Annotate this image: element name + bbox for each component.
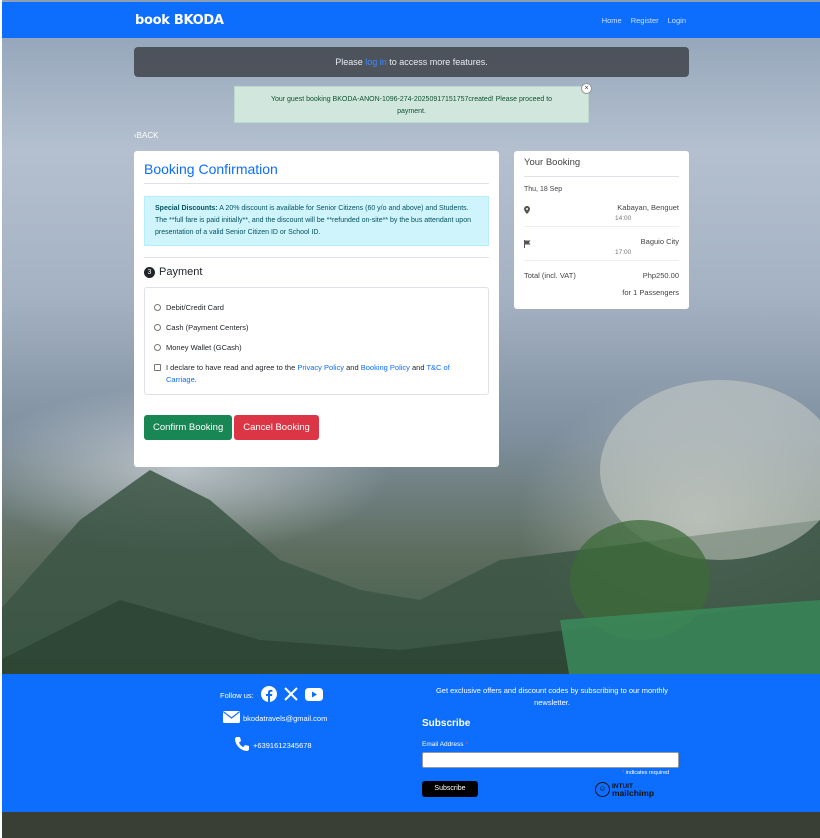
- social-links: Follow us:: [220, 686, 323, 705]
- radio-button[interactable]: [154, 343, 161, 351]
- option-label: Money Wallet (GCash): [166, 342, 242, 352]
- discount-note: The **full fare is paid initially**, and…: [155, 217, 471, 236]
- option-label: Debit/Credit Card: [166, 302, 224, 312]
- nav-login-link[interactable]: Login: [668, 16, 686, 25]
- privacy-policy-link[interactable]: Privacy Policy: [297, 363, 344, 372]
- payment-options: Debit/Credit Card Cash (Payment Centers)…: [144, 287, 489, 395]
- alert-message: Your guest booking BKODA-ANON-1096-274-2…: [270, 96, 553, 115]
- required-note: * indicates required: [622, 770, 669, 776]
- required-note-text: indicates required: [624, 770, 670, 776]
- back-label: BACK: [136, 131, 159, 140]
- phone-contact: +6391612345678: [234, 736, 312, 754]
- map-marker-icon: [524, 206, 530, 216]
- payment-option-gcash[interactable]: Money Wallet (GCash): [154, 337, 479, 357]
- email-label-text: Email Address: [422, 741, 466, 748]
- email-address-input[interactable]: [422, 752, 679, 768]
- total-value: Php250.00: [642, 271, 679, 280]
- login-notice: Please log in to access more features.: [134, 47, 689, 77]
- and-text: and: [344, 363, 361, 372]
- passenger-count: for 1 Passengers: [622, 288, 679, 297]
- footer-phone[interactable]: +6391612345678: [253, 741, 312, 750]
- facebook-icon[interactable]: [260, 686, 277, 705]
- discount-info-box: Special Discounts: A 20% discount is ava…: [144, 196, 489, 246]
- subscribe-title: Subscribe: [422, 718, 471, 729]
- origin-leg: Kabayan, Benguet 14:00: [524, 197, 679, 227]
- mailchimp-logo[interactable]: ☺ INTUIT mailchimp: [595, 782, 654, 797]
- agree-checkbox[interactable]: [154, 364, 161, 371]
- and-text: and: [409, 363, 427, 372]
- phone-icon: [234, 736, 250, 754]
- radio-button[interactable]: [154, 303, 161, 311]
- total-label: Total (incl. VAT): [524, 271, 576, 280]
- radio-button[interactable]: [154, 323, 161, 331]
- navbar: book BKODA Home Register Login: [2, 2, 820, 38]
- mailchimp-wordmark: INTUIT mailchimp: [612, 783, 655, 798]
- origin-place: Kabayan, Benguet: [617, 203, 679, 212]
- email-address-label: Email Address *: [422, 741, 468, 748]
- success-alert: Your guest booking BKODA-ANON-1096-274-2…: [234, 83, 592, 123]
- action-buttons: Confirm Booking Cancel Booking: [144, 415, 489, 440]
- your-booking-title: Your Booking: [524, 151, 679, 177]
- payment-option-card[interactable]: Debit/Credit Card: [154, 297, 479, 317]
- nav-register-link[interactable]: Register: [631, 16, 659, 25]
- close-icon[interactable]: ×: [581, 83, 592, 94]
- email-contact: bkodatravels@gmail.com: [223, 711, 327, 725]
- step-number-icon: 3: [144, 266, 155, 278]
- back-link[interactable]: ‹BACK: [134, 131, 158, 140]
- login-link[interactable]: log in: [365, 57, 387, 67]
- page-title: Booking Confirmation: [144, 161, 489, 184]
- discount-label: Special Discounts:: [155, 205, 218, 212]
- destination-time: 17:00: [615, 249, 632, 256]
- x-icon[interactable]: [284, 687, 298, 704]
- youtube-icon[interactable]: [304, 687, 323, 704]
- agree-text: I declare to have read and agree to the …: [166, 362, 479, 386]
- origin-time: 14:00: [615, 215, 632, 222]
- nav-home-link[interactable]: Home: [602, 16, 622, 25]
- your-booking-card: Your Booking Thu, 18 Sep Kabayan, Bengue…: [514, 151, 689, 309]
- payment-title: Payment: [159, 266, 203, 278]
- agree-terms: I declare to have read and agree to the …: [154, 362, 479, 386]
- option-label: Cash (Payment Centers): [166, 322, 249, 332]
- booking-confirmation-card: Booking Confirmation Special Discounts: …: [134, 151, 499, 467]
- confirm-booking-button[interactable]: Confirm Booking: [144, 415, 233, 440]
- footer-email[interactable]: bkodatravels@gmail.com: [243, 714, 327, 723]
- period-text: .: [194, 375, 197, 384]
- subscribe-button[interactable]: Subscribe: [422, 781, 478, 797]
- nav-links: Home Register Login: [602, 16, 686, 25]
- notice-text: Please: [335, 57, 366, 67]
- discount-text: A 20% discount is available for Senior C…: [217, 205, 469, 212]
- required-mark: *: [465, 741, 468, 748]
- trip-date: Thu, 18 Sep: [524, 186, 563, 193]
- footer: Follow us: bkodatravels@gmail.com +63916…: [2, 674, 820, 812]
- destination-place: Baguio City: [640, 237, 679, 246]
- notice-text-end: to access more features.: [386, 57, 488, 67]
- booking-policy-link[interactable]: Booking Policy: [361, 363, 410, 372]
- divider: [144, 257, 489, 258]
- brand-logo[interactable]: book BKODA: [135, 13, 224, 28]
- agree-prefix: I declare to have read and agree to the: [166, 363, 298, 372]
- flag-icon: [524, 240, 531, 250]
- envelope-icon: [223, 711, 240, 725]
- follow-label: Follow us:: [220, 691, 254, 700]
- newsletter-offer: Get exclusive offers and discount codes …: [435, 686, 669, 707]
- mailchimp-bottom: mailchimp: [612, 787, 655, 798]
- mailchimp-icon: ☺: [595, 782, 610, 797]
- destination-leg: Baguio City 17:00: [524, 231, 679, 261]
- total-row: Total (incl. VAT) Php250.00: [524, 271, 679, 280]
- cancel-booking-button[interactable]: Cancel Booking: [234, 415, 319, 440]
- payment-option-cash[interactable]: Cash (Payment Centers): [154, 317, 479, 337]
- payment-heading: 3 Payment: [144, 266, 489, 278]
